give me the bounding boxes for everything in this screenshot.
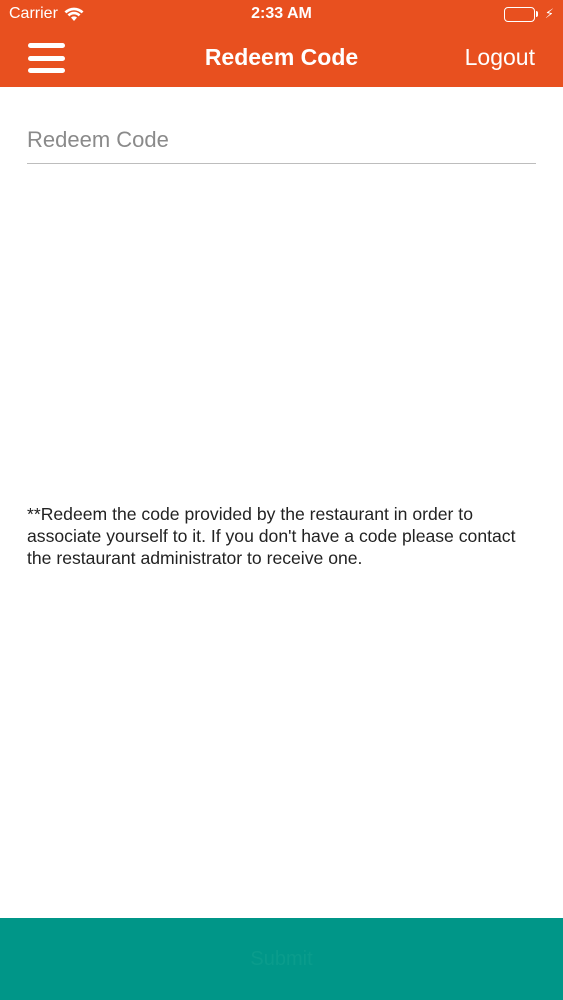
redeem-code-input[interactable]: [27, 118, 536, 162]
status-right: ⚡︎: [503, 6, 554, 22]
status-time: 2:33 AM: [251, 5, 312, 22]
logout-button[interactable]: Logout: [465, 44, 535, 71]
redeem-code-field: [27, 118, 536, 164]
hamburger-menu-icon[interactable]: [28, 43, 66, 73]
submit-button[interactable]: Submit: [0, 918, 563, 1000]
redeem-info-text: **Redeem the code provided by the restau…: [27, 504, 516, 568]
status-bar: Carrier 2:33 AM ⚡︎: [0, 0, 563, 30]
submit-label: Submit: [250, 947, 313, 970]
nav-bar: Redeem Code Logout: [0, 30, 563, 87]
battery-icon: [503, 6, 538, 22]
top-bar: Carrier 2:33 AM ⚡︎ Redeem Code Logout: [0, 0, 563, 87]
charging-bolt-icon: ⚡︎: [544, 6, 554, 21]
